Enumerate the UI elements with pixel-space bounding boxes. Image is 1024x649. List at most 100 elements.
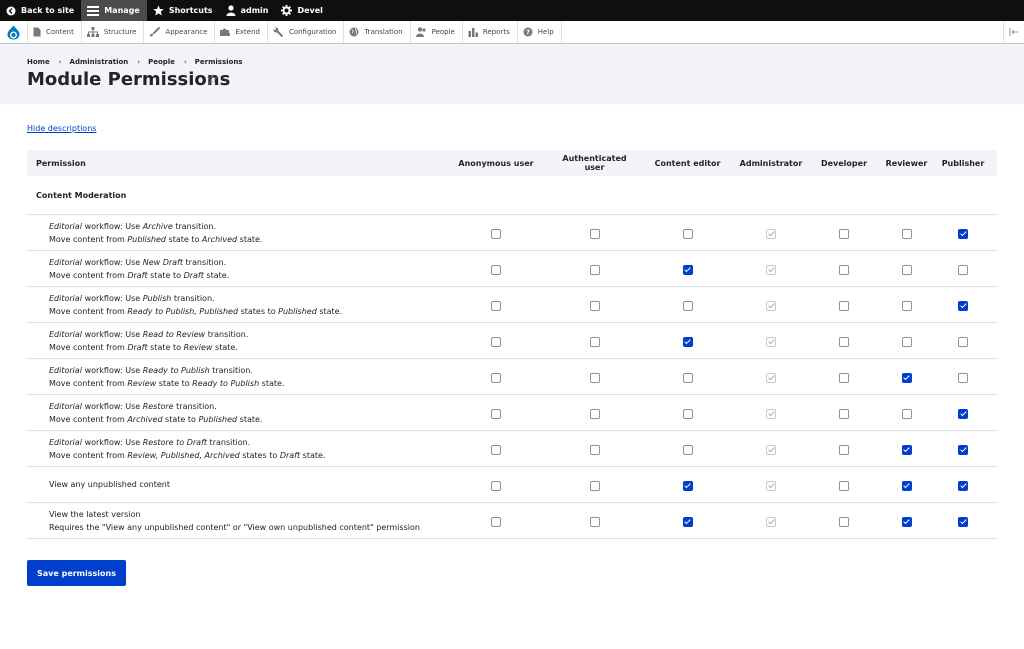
anonymous-user-checkbox[interactable] <box>491 480 501 491</box>
reviewer-checkbox[interactable] <box>901 480 912 491</box>
authenticated-user-checkbox[interactable] <box>589 372 600 383</box>
reviewer-checkbox[interactable] <box>901 300 912 311</box>
administrator-checkbox <box>766 228 776 239</box>
publisher-checkbox[interactable] <box>958 336 968 347</box>
publisher-checkbox[interactable] <box>958 228 968 239</box>
menu-extend[interactable]: Extend <box>215 21 268 43</box>
content-editor-checkbox[interactable] <box>682 264 693 275</box>
reviewer-checkbox[interactable] <box>901 444 912 455</box>
publisher-checkbox[interactable] <box>958 408 968 419</box>
publisher-checkbox[interactable] <box>958 300 968 311</box>
checkbox-cell <box>552 286 637 323</box>
permission-text-segment: transition. <box>209 365 253 375</box>
drupal-logo[interactable] <box>0 21 28 43</box>
authenticated-user-checkbox[interactable] <box>589 516 600 527</box>
developer-checkbox[interactable] <box>839 228 849 239</box>
manage-tab[interactable]: Manage <box>81 0 147 21</box>
permission-text-segment: workflow: Use <box>82 365 143 375</box>
content-editor-checkbox[interactable] <box>682 300 693 311</box>
authenticated-user-checkbox[interactable] <box>589 408 600 419</box>
content-editor-checkbox[interactable] <box>682 336 693 347</box>
menu-configuration[interactable]: Configuration <box>268 21 345 43</box>
permission-text-segment: Review <box>183 342 213 352</box>
menu-content[interactable]: Content <box>28 21 82 43</box>
anonymous-user-checkbox[interactable] <box>491 372 501 383</box>
reviewer-checkbox[interactable] <box>901 372 912 383</box>
admin-menu-tray: Content Structure Appearance Extend Conf… <box>0 21 1024 44</box>
publisher-checkbox[interactable] <box>958 516 968 527</box>
authenticated-user-checkbox[interactable] <box>589 444 600 455</box>
module-group-title: Content Moderation <box>27 176 997 215</box>
breadcrumb-home[interactable]: Home <box>27 58 50 66</box>
hide-descriptions-link[interactable]: Hide descriptions <box>27 124 96 133</box>
shortcut-star-icon[interactable]: ☆ <box>206 72 219 88</box>
permission-description: Editorial workflow: Use Restore transiti… <box>27 394 440 431</box>
authenticated-user-checkbox[interactable] <box>589 480 600 491</box>
content-editor-checkbox[interactable] <box>682 480 693 491</box>
anonymous-user-checkbox[interactable] <box>491 516 501 527</box>
permission-row: Editorial workflow: Use Read to Review t… <box>27 322 997 359</box>
authenticated-user-checkbox[interactable] <box>589 336 600 347</box>
permission-subtext: Move content from Draft state to Review … <box>49 341 440 354</box>
shortcuts-tab[interactable]: Shortcuts <box>147 0 220 21</box>
menu-reports[interactable]: Reports <box>463 21 518 43</box>
developer-checkbox[interactable] <box>839 372 849 383</box>
content-editor-checkbox[interactable] <box>682 408 693 419</box>
save-permissions-button[interactable]: Save permissions <box>27 560 126 586</box>
developer-checkbox[interactable] <box>839 264 849 275</box>
content-editor-checkbox[interactable] <box>682 372 693 383</box>
publisher-checkbox[interactable] <box>958 372 968 383</box>
breadcrumb-administration[interactable]: Administration <box>70 58 129 66</box>
checkbox-cell <box>804 322 884 359</box>
permission-description: Editorial workflow: Use Ready to Publish… <box>27 358 440 395</box>
content-editor-checkbox[interactable] <box>682 516 693 527</box>
anonymous-user-checkbox[interactable] <box>491 300 501 311</box>
anonymous-user-checkbox[interactable] <box>491 408 501 419</box>
checkbox-cell <box>804 250 884 287</box>
user-tab[interactable]: admin <box>220 0 276 21</box>
checkbox-cell <box>738 430 804 467</box>
content-editor-checkbox[interactable] <box>682 228 693 239</box>
authenticated-user-checkbox[interactable] <box>589 228 600 239</box>
developer-checkbox[interactable] <box>839 408 849 419</box>
back-to-site-link[interactable]: Back to site <box>0 0 81 21</box>
publisher-checkbox[interactable] <box>958 480 968 491</box>
developer-checkbox[interactable] <box>839 336 849 347</box>
checkbox-cell <box>440 322 552 359</box>
anonymous-user-checkbox[interactable] <box>491 444 501 455</box>
permission-text-segment: state. <box>212 342 238 352</box>
menu-help[interactable]: ? Help <box>518 21 562 43</box>
developer-checkbox[interactable] <box>839 480 849 491</box>
reviewer-checkbox[interactable] <box>901 336 912 347</box>
menu-appearance[interactable]: Appearance <box>144 21 216 43</box>
reviewer-checkbox[interactable] <box>901 408 912 419</box>
content-editor-checkbox[interactable] <box>682 444 693 455</box>
breadcrumb-permissions[interactable]: Permissions <box>195 58 243 66</box>
developer-checkbox[interactable] <box>839 516 849 527</box>
developer-checkbox[interactable] <box>839 444 849 455</box>
anonymous-user-checkbox[interactable] <box>491 336 501 347</box>
permission-text-segment: Move content from <box>49 270 128 280</box>
menu-people[interactable]: People <box>411 21 463 43</box>
anonymous-user-checkbox[interactable] <box>491 264 501 275</box>
anonymous-user-checkbox[interactable] <box>491 228 501 239</box>
menu-translation[interactable]: Translation <box>344 21 411 43</box>
authenticated-user-checkbox[interactable] <box>589 300 600 311</box>
reviewer-checkbox[interactable] <box>901 264 912 275</box>
reviewer-checkbox[interactable] <box>901 516 912 527</box>
permission-title: Editorial workflow: Use New Draft transi… <box>49 256 440 269</box>
checkbox-cell <box>929 214 997 251</box>
publisher-checkbox[interactable] <box>958 444 968 455</box>
permission-text-segment: Move content from <box>49 414 128 424</box>
devel-tab[interactable]: Devel <box>275 0 329 21</box>
permission-text-segment: state. <box>300 450 326 460</box>
reviewer-checkbox[interactable] <box>901 228 912 239</box>
tray-orientation-toggle[interactable] <box>1003 21 1024 43</box>
permission-text-segment: workflow: Use <box>82 293 143 303</box>
administrator-checkbox <box>766 408 776 419</box>
breadcrumb-people[interactable]: People <box>148 58 175 66</box>
publisher-checkbox[interactable] <box>958 264 968 275</box>
developer-checkbox[interactable] <box>839 300 849 311</box>
menu-structure[interactable]: Structure <box>82 21 145 43</box>
authenticated-user-checkbox[interactable] <box>589 264 600 275</box>
